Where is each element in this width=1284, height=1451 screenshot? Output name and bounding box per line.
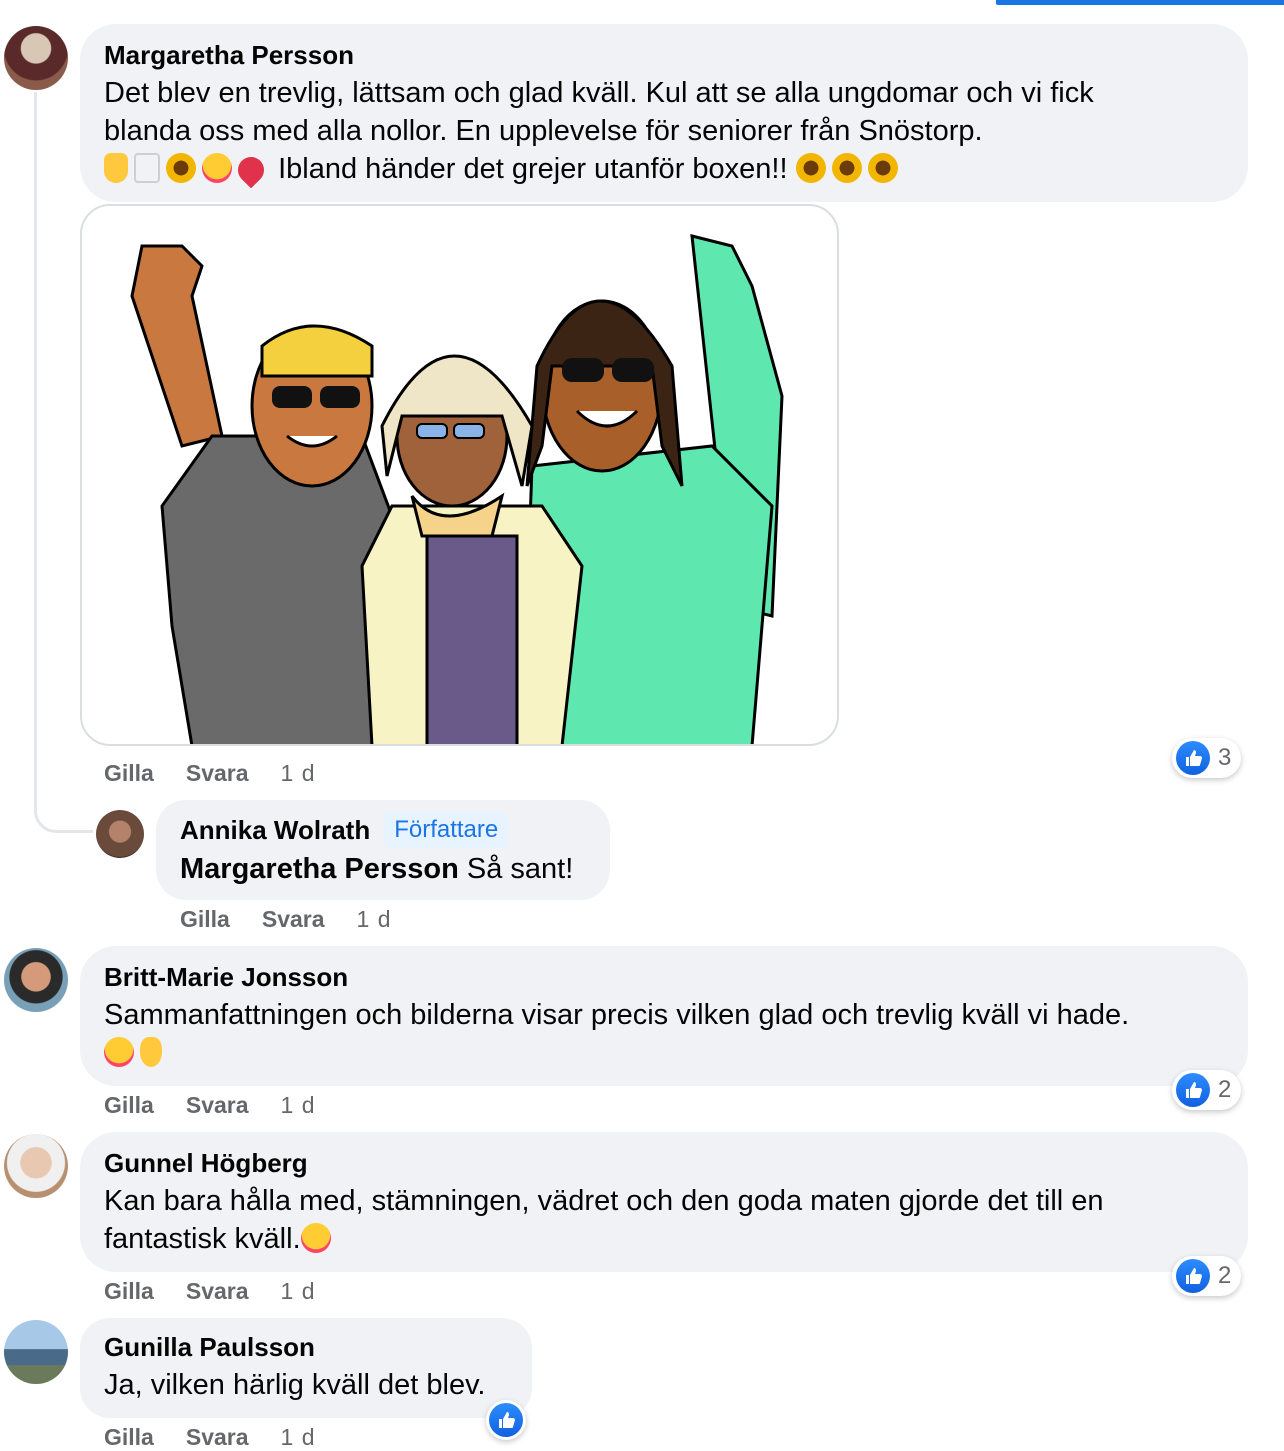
comment-actions: Gilla Svara 1 d xyxy=(104,760,316,787)
like-reaction-icon xyxy=(1176,1259,1210,1293)
reaction-summary[interactable]: 2 xyxy=(1172,1070,1242,1110)
like-button[interactable]: Gilla xyxy=(104,1092,154,1119)
like-button[interactable]: Gilla xyxy=(104,1278,154,1305)
reaction-summary[interactable]: 2 xyxy=(1172,1256,1242,1296)
avatar[interactable] xyxy=(4,1134,68,1198)
thumbs-up-emoji-icon xyxy=(104,153,128,183)
comment-text: blanda oss med alla nollor. En upplevels… xyxy=(104,115,983,147)
comment-text: Kan bara hålla med, stämningen, vädret o… xyxy=(104,1185,1104,1217)
reaction-summary[interactable]: 3 xyxy=(1172,738,1242,778)
sunflower-emoji-icon xyxy=(166,153,196,183)
active-tab-indicator xyxy=(996,0,1284,5)
dancing-people-illustration xyxy=(130,234,784,744)
reply-button[interactable]: Svara xyxy=(186,1424,249,1451)
timestamp[interactable]: 1 d xyxy=(281,1424,316,1451)
comment-actions: Gilla Svara 1 d xyxy=(104,1278,316,1305)
comment-emoji-line xyxy=(104,1034,1224,1072)
comment-text: Ja, vilken härlig kväll det blev. xyxy=(104,1369,486,1401)
reaction-count: 2 xyxy=(1218,1262,1232,1289)
timestamp[interactable]: 1 d xyxy=(357,906,392,933)
comment-text: Det blev en trevlig, lättsam och glad kv… xyxy=(104,77,1094,109)
reaction-count: 3 xyxy=(1218,744,1232,771)
comment-gif-image[interactable] xyxy=(80,204,839,746)
reply-button[interactable]: Svara xyxy=(186,760,249,787)
comment-text-emoji-line: Ibland händer det grejer utanför boxen!! xyxy=(104,150,1224,189)
comment-text: Så sant! xyxy=(458,853,574,885)
reply-button[interactable]: Svara xyxy=(186,1278,249,1305)
comment-author[interactable]: Margaretha Persson xyxy=(104,40,354,70)
comment-author[interactable]: Britt-Marie Jonsson xyxy=(104,962,348,992)
author-badge: Författare xyxy=(384,812,509,848)
comment-actions: Gilla Svara 1 d xyxy=(104,1092,316,1119)
comment-bubble: Annika Wolrath Författare Margaretha Per… xyxy=(156,800,610,900)
like-reaction-icon xyxy=(1176,741,1210,775)
smiling-hearts-emoji-icon xyxy=(202,153,232,183)
reply-button[interactable]: Svara xyxy=(186,1092,249,1119)
like-reaction-icon xyxy=(1176,1073,1210,1107)
reaction-summary[interactable] xyxy=(486,1400,526,1440)
avatar[interactable] xyxy=(96,810,144,858)
sunflower-emoji-icon xyxy=(867,153,898,183)
reaction-count: 2 xyxy=(1218,1076,1232,1103)
avatar[interactable] xyxy=(4,1320,68,1384)
timestamp[interactable]: 1 d xyxy=(281,760,316,787)
avatar[interactable] xyxy=(4,948,68,1012)
comment-bubble: Gunilla Paulsson Ja, vilken härlig kväll… xyxy=(80,1318,532,1418)
comment-bubble: Britt-Marie Jonsson Sammanfattningen och… xyxy=(80,946,1248,1086)
comment-author[interactable]: Gunilla Paulsson xyxy=(104,1332,315,1362)
like-button[interactable]: Gilla xyxy=(104,1424,154,1451)
comment-author[interactable]: Annika Wolrath xyxy=(180,815,370,845)
heart-emoji-icon xyxy=(232,151,270,189)
clinking-glasses-emoji-icon xyxy=(134,153,160,183)
comment-text: fantastisk kväll. xyxy=(104,1223,301,1255)
reply-button[interactable]: Svara xyxy=(262,906,325,933)
avatar[interactable] xyxy=(4,26,68,90)
timestamp[interactable]: 1 d xyxy=(281,1092,316,1119)
smiling-hearts-emoji-icon xyxy=(104,1037,134,1067)
comment-actions: Gilla Svara 1 d xyxy=(180,906,392,933)
ok-hand-emoji-icon xyxy=(140,1037,162,1067)
sunflower-emoji-icon xyxy=(795,153,826,183)
comment-text: Ibland händer det grejer utanför boxen!! xyxy=(278,153,788,185)
timestamp[interactable]: 1 d xyxy=(281,1278,316,1305)
comment-bubble: Gunnel Högberg Kan bara hålla med, stämn… xyxy=(80,1132,1248,1272)
comment-text-line: Margaretha Persson Så sant! xyxy=(180,850,586,888)
like-reaction-icon xyxy=(489,1403,523,1437)
like-button[interactable]: Gilla xyxy=(104,760,154,787)
smiling-hearts-emoji-icon xyxy=(300,1223,331,1253)
mention-link[interactable]: Margaretha Persson xyxy=(180,853,459,885)
comment-author[interactable]: Gunnel Högberg xyxy=(104,1148,308,1178)
sunflower-emoji-icon xyxy=(831,153,862,183)
comment-actions: Gilla Svara 1 d xyxy=(104,1424,316,1451)
like-button[interactable]: Gilla xyxy=(180,906,230,933)
comment-text: Sammanfattningen och bilderna visar prec… xyxy=(104,999,1130,1031)
comment-bubble: Margaretha Persson Det blev en trevlig, … xyxy=(80,24,1248,202)
comment-text-line: fantastisk kväll. xyxy=(104,1220,1224,1258)
